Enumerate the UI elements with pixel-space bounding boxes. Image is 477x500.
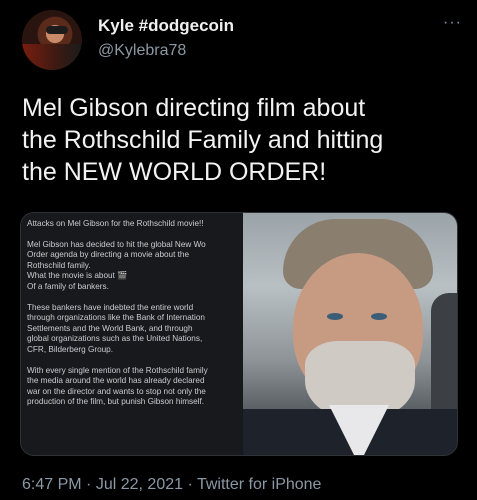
- screenshot-text-line: war on the director and wants to stop no…: [27, 386, 206, 396]
- screenshot-text-line: [27, 293, 239, 303]
- eye: [371, 313, 387, 320]
- screenshot-text-line: CFR, Bilderberg Group.: [27, 344, 114, 354]
- tweet-date[interactable]: Jul 22, 2021: [96, 476, 183, 493]
- avatar[interactable]: [22, 10, 82, 70]
- screenshot-text-line: With every single mention of the Rothsch…: [27, 365, 208, 375]
- tweet-line: the Rothschild Family and hitting: [22, 126, 384, 154]
- screenshot-text-line: the media around the world has already d…: [27, 376, 205, 386]
- portrait-photo: [243, 213, 457, 455]
- screenshot-text-line: Rothschild family.: [27, 260, 91, 270]
- tweet-media[interactable]: Attacks on Mel Gibson for the Rothschild…: [20, 212, 458, 456]
- text-screenshot-image: Attacks on Mel Gibson for the Rothschild…: [21, 213, 243, 455]
- tweet-line: Mel Gibson directing film about: [22, 94, 366, 122]
- screenshot-text-line: Attacks on Mel Gibson for the Rothschild…: [27, 219, 204, 228]
- more-options-icon[interactable]: ···: [443, 14, 462, 32]
- separator: ·: [86, 476, 92, 493]
- tweet-footer: 6:47 PM · Jul 22, 2021 · Twitter for iPh…: [22, 476, 321, 494]
- screenshot-text-line: [27, 356, 239, 366]
- screenshot-text-line: Mel Gibson has decided to hit the global…: [27, 239, 206, 249]
- screenshot-text-line: [27, 230, 239, 240]
- screenshot-text-line: Settlements and the World Bank, and thro…: [27, 323, 193, 333]
- eye: [327, 313, 343, 320]
- separator: ·: [187, 476, 193, 493]
- screenshot-text-line: Of a family of bankers.: [27, 281, 109, 291]
- screenshot-text-line: What the movie is about 🎬: [27, 271, 128, 281]
- avatar-sunglasses: [46, 26, 68, 34]
- user-handle[interactable]: @Kylebra78: [98, 42, 186, 60]
- screenshot-text-line: global organizations such as the United …: [27, 334, 203, 344]
- tweet-time[interactable]: 6:47 PM: [22, 476, 82, 493]
- tweet-line: the NEW WORLD ORDER!: [22, 158, 327, 186]
- tweet-text: Mel Gibson directing film about the Roth…: [22, 92, 462, 188]
- screenshot-text-line: through organizations like the Bank of I…: [27, 313, 205, 323]
- tweet-source[interactable]: Twitter for iPhone: [197, 476, 322, 493]
- screenshot-text-line: These bankers have indebted the entire w…: [27, 302, 194, 312]
- screenshot-text-line: production of the film, but punish Gibso…: [27, 397, 205, 407]
- tweet-header: Kyle #dodgecoin @Kylebra78 ···: [22, 10, 462, 74]
- avatar-background: [22, 44, 82, 70]
- user-name[interactable]: Kyle #dodgecoin: [98, 16, 234, 36]
- screenshot-text-line: Order agenda by directing a movie about …: [27, 250, 190, 260]
